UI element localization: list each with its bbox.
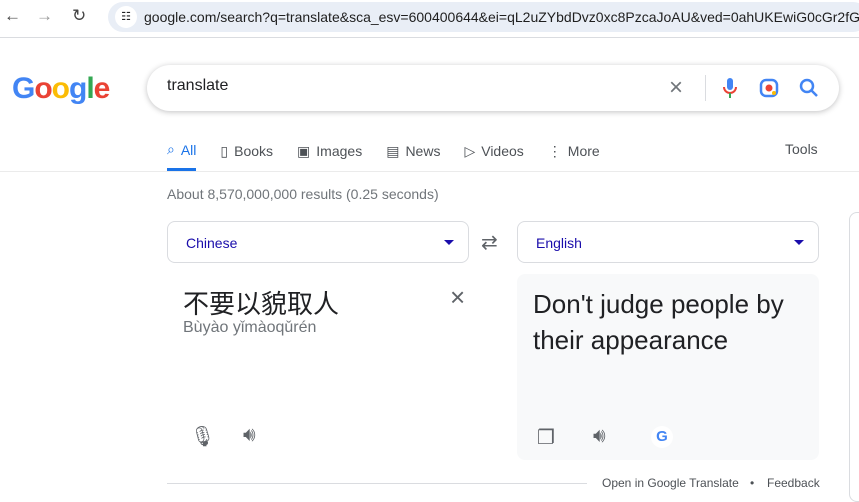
google-g-icon[interactable]: G [651, 426, 673, 448]
speaker-icon[interactable]: 🔊︎ [243, 424, 256, 447]
search-tabs: ⌕ All ▯ Books ▣ Images ▤ News ▷ Videos ⋮ More [167, 141, 624, 171]
swap-languages-icon[interactable]: ⇄ [481, 230, 498, 255]
book-icon: ▯ [220, 142, 229, 159]
output-text: Don't judge people by their appearance [533, 289, 784, 355]
result-stats: About 8,570,000,000 results (0.25 second… [167, 186, 439, 202]
clear-source-icon[interactable]: × [450, 282, 465, 313]
copy-icon[interactable]: ❐ [537, 425, 555, 450]
search-input[interactable] [167, 77, 647, 95]
source-text[interactable]: 不要以貌取人 [183, 284, 339, 321]
open-in-translate-link[interactable]: Open in Google Translate [602, 476, 739, 490]
tab-all[interactable]: ⌕ All [167, 141, 197, 171]
tab-books[interactable]: ▯ Books [220, 141, 273, 171]
news-icon: ▤ [386, 142, 400, 159]
divider [167, 483, 587, 484]
search-icon[interactable] [799, 78, 819, 98]
translation-output: Don't judge people by their appearance ❐… [517, 274, 819, 460]
lens-icon[interactable] [759, 78, 779, 98]
back-icon[interactable]: ← [4, 6, 21, 26]
divider [705, 75, 706, 101]
tab-images[interactable]: ▣ Images [297, 141, 362, 171]
caret-down-icon [794, 240, 804, 245]
source-language-select[interactable]: Chinese [167, 221, 469, 263]
video-icon: ▷ [464, 142, 476, 159]
tab-videos[interactable]: ▷ Videos [464, 141, 523, 171]
more-vert-icon: ⋮ [547, 142, 562, 159]
search-icon: ⌕ [167, 141, 175, 157]
caret-down-icon [444, 240, 454, 245]
divider [0, 171, 859, 172]
tools-button[interactable]: Tools [785, 141, 818, 157]
speaker-icon[interactable]: 🔊︎ [593, 425, 606, 448]
reload-icon[interactable]: ↻ [72, 6, 86, 26]
separator: • [750, 476, 755, 490]
forward-icon[interactable]: → [36, 6, 53, 26]
tab-more[interactable]: ⋮ More [548, 141, 600, 171]
target-language-select[interactable]: English [517, 221, 819, 263]
browser-toolbar: ← → ↻ ☷ google.com/search?q=translate&sc… [0, 0, 859, 38]
clear-icon[interactable]: × [669, 74, 683, 102]
google-logo[interactable]: Google [12, 72, 110, 106]
site-info-icon[interactable]: ☷ [115, 6, 137, 28]
side-panel [849, 212, 859, 502]
address-bar[interactable]: ☷ google.com/search?q=translate&sca_esv=… [108, 2, 859, 32]
pinyin-text: Bùyào yǐmàoqǔrén [183, 319, 317, 336]
feedback-link[interactable]: Feedback [767, 476, 820, 490]
search-box: × [147, 65, 839, 111]
microphone-icon[interactable] [723, 77, 737, 99]
image-icon: ▣ [297, 142, 311, 159]
tab-news[interactable]: ▤ News [386, 141, 440, 171]
microphone-icon[interactable]: 🎙︎ [190, 424, 215, 449]
